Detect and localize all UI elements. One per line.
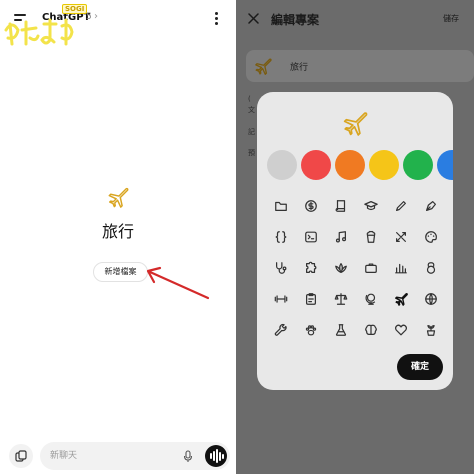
confirm-button[interactable]: 確定: [397, 354, 443, 380]
palette-icon[interactable]: [421, 227, 441, 247]
voice-bar: [216, 449, 218, 463]
bar-chart-icon[interactable]: [391, 258, 411, 278]
chevron-right-icon[interactable]: ›: [94, 11, 98, 22]
paw-icon[interactable]: [301, 320, 321, 340]
voice-mode-button[interactable]: [205, 445, 227, 467]
book-icon[interactable]: [331, 196, 351, 216]
icon-color-picker: 確定: [257, 92, 453, 390]
popcorn-icon[interactable]: [361, 227, 381, 247]
microphone-icon[interactable]: [183, 450, 193, 463]
chat-panel: ChatGPT 5 › SOGI 旅行 新增檔案: [0, 0, 236, 474]
dialog-title: 編輯專案: [271, 13, 320, 27]
dollar-icon[interactable]: [301, 196, 321, 216]
wrench-icon[interactable]: [271, 320, 291, 340]
airplane-icon: [343, 112, 368, 136]
kettlebell-icon[interactable]: [421, 258, 441, 278]
project-name: 旅行: [101, 222, 134, 241]
globe-stand-icon[interactable]: [361, 289, 381, 309]
terminal-icon[interactable]: [301, 227, 321, 247]
background-label: 預: [248, 149, 255, 157]
folder-icon[interactable]: [271, 196, 291, 216]
project-name-field[interactable]: 旅行: [246, 50, 474, 82]
annotation-arrow: [146, 266, 210, 300]
attach-icon: [15, 450, 27, 462]
heart-icon[interactable]: [391, 320, 411, 340]
close-icon[interactable]: [248, 13, 259, 24]
background-label: 記: [248, 128, 255, 136]
background-label: 文: [248, 106, 255, 114]
background-label: (: [248, 95, 251, 103]
project-name-value: 旅行: [290, 63, 309, 73]
briefcase-icon[interactable]: [361, 258, 381, 278]
kebab-menu-icon[interactable]: [213, 11, 219, 27]
menu-icon[interactable]: [14, 12, 28, 24]
color-swatch[interactable]: [335, 150, 365, 180]
plant-pot-icon[interactable]: [421, 320, 441, 340]
flask-icon[interactable]: [331, 320, 351, 340]
puzzle-icon[interactable]: [301, 258, 321, 278]
pen-nib-icon[interactable]: [421, 196, 441, 216]
voice-bar: [219, 452, 221, 461]
balance-scale-icon[interactable]: [331, 289, 351, 309]
color-swatch[interactable]: [369, 150, 399, 180]
globe-icon[interactable]: [421, 289, 441, 309]
edit-project-panel: 編輯專案 儲存 旅行 ( 文 記 預 確定: [236, 0, 474, 474]
voice-bar: [222, 454, 224, 459]
tools-icon[interactable]: [391, 227, 411, 247]
dumbbell-icon[interactable]: [271, 289, 291, 309]
composer-bar: [0, 438, 236, 474]
music-note-icon[interactable]: [331, 227, 351, 247]
voice-bar: [210, 453, 212, 459]
app-version[interactable]: 5: [86, 12, 92, 22]
color-swatch[interactable]: [301, 150, 331, 180]
color-swatch[interactable]: [437, 150, 453, 180]
graduation-cap-icon[interactable]: [361, 196, 381, 216]
lotus-icon[interactable]: [331, 258, 351, 278]
color-swatch[interactable]: [403, 150, 433, 180]
chat-input[interactable]: [40, 442, 230, 470]
code-braces-icon[interactable]: [271, 227, 291, 247]
pencil-icon[interactable]: [391, 196, 411, 216]
color-swatch[interactable]: [267, 150, 297, 180]
clipboard-icon[interactable]: [301, 289, 321, 309]
airplane-icon: [108, 187, 129, 208]
brain-icon[interactable]: [361, 320, 381, 340]
watermark-tag: SOGI: [62, 4, 88, 14]
save-button[interactable]: 儲存: [443, 13, 459, 24]
airplane-icon[interactable]: [254, 57, 272, 75]
voice-bar: [213, 451, 215, 461]
airplane-icon[interactable]: [391, 289, 411, 309]
stethoscope-icon[interactable]: [271, 258, 291, 278]
attach-button[interactable]: [9, 444, 33, 468]
